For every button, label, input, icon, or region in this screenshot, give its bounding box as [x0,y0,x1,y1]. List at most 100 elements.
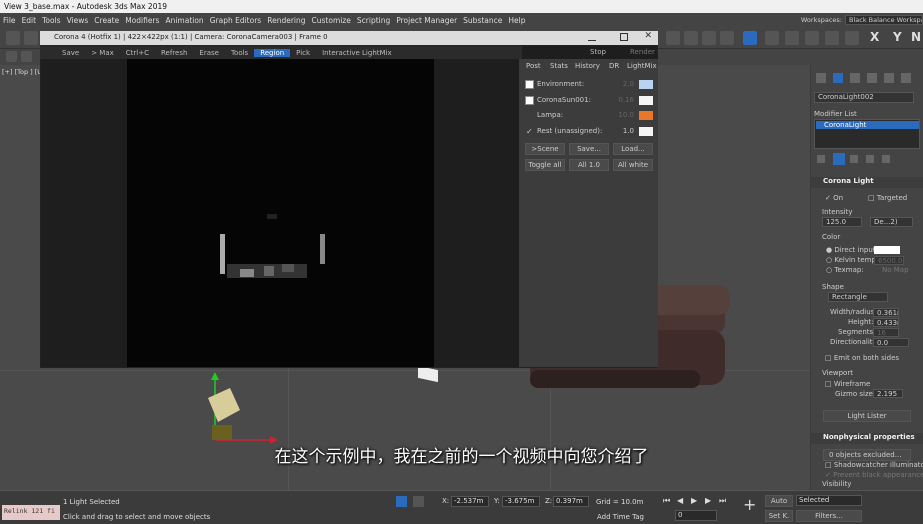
lightmix-checkbox[interactable] [525,111,534,120]
lightmix-load-button[interactable]: Load... [613,143,653,155]
teapot-icon[interactable] [845,31,859,45]
lightmix-toggle-all-button[interactable]: Toggle all [525,159,565,171]
texmap-button[interactable]: No Map [882,266,909,274]
remove-modifier-icon[interactable] [866,155,874,163]
teapot-icon[interactable] [785,31,799,45]
x-coordinate-field[interactable]: -2.537m [451,496,489,507]
play-icon[interactable]: ▶ [691,496,697,505]
menu-tools[interactable]: Tools [39,16,63,25]
menu-edit[interactable]: Edit [19,16,40,25]
toolbar-icon[interactable] [666,31,680,45]
toolbar-icon-active[interactable] [743,31,757,45]
toolbar-icon[interactable] [702,31,716,45]
toolbar-n-mark[interactable]: N [911,30,921,44]
menu-scripting[interactable]: Scripting [354,16,393,25]
fb-render-button[interactable]: Render [630,48,655,56]
intensity-spinner[interactable]: 125.0 [822,217,862,227]
link-icon[interactable] [6,51,17,62]
wireframe-checkbox[interactable]: □ Wireframe [825,380,870,388]
fb-refresh-button[interactable]: Refresh [155,49,193,57]
modify-tab-icon[interactable] [833,73,843,83]
prev-key-icon[interactable]: ⏮ [663,496,670,506]
lightmix-all-one-button[interactable]: All 1.0 [569,159,609,171]
toolbar-x-mark[interactable]: X [870,30,879,44]
modifier-stack-item[interactable]: CoronaLight [816,121,919,129]
fb-stop-button[interactable]: Stop [590,48,606,56]
maximize-icon[interactable] [620,33,628,41]
toolbar-icon[interactable] [720,31,734,45]
menu-project-manager[interactable]: Project Manager [393,16,460,25]
modifier-list-dropdown[interactable]: Modifier List [814,110,857,118]
fb-save-button[interactable]: Save [40,49,85,57]
menu-substance[interactable]: Substance [460,16,505,25]
light-gizmo[interactable] [200,370,285,450]
pin-stack-icon[interactable] [817,155,825,163]
motion-tab-icon[interactable] [867,73,877,83]
height-spinner[interactable]: 0.433m [873,318,899,327]
menu-modifiers[interactable]: Modifiers [122,16,162,25]
lightmix-color-swatch[interactable] [639,126,653,136]
undo-icon[interactable] [6,31,20,45]
menu-graph-editors[interactable]: Graph Editors [207,16,265,25]
direct-input-color-swatch[interactable] [874,246,900,254]
menu-animation[interactable]: Animation [162,16,206,25]
lightmix-all-white-button[interactable]: All white [613,159,653,171]
prev-frame-icon[interactable]: ◀ [677,496,683,505]
display-tab-icon[interactable] [884,73,894,83]
teapot-icon[interactable] [805,31,819,45]
utilities-tab-icon[interactable] [901,73,911,83]
emit-both-sides-checkbox[interactable]: □ Emit on both sides [825,354,899,362]
targeted-checkbox[interactable]: □ Targeted [868,194,907,202]
lightmix-to-scene-button[interactable]: >Scene [525,143,565,155]
toolbar-icon[interactable] [684,31,698,45]
object-name-field[interactable]: CoronaLight002 [814,92,914,103]
lightmix-value[interactable]: 10.0 [606,111,634,119]
z-coordinate-field[interactable]: 0.397m [553,496,589,507]
tab-stats[interactable]: Stats [550,62,568,70]
add-time-tag-button[interactable]: Add Time Tag [597,513,644,521]
hierarchy-tab-icon[interactable] [850,73,860,83]
corona-light-rollout[interactable]: Corona Light [811,177,923,188]
fb-interactive-lightmix-button[interactable]: Interactive LightMix [316,49,398,57]
fb-region-button[interactable]: Region [254,48,291,57]
fb-copy-button[interactable]: Ctrl+C [120,49,155,57]
lock-selection-icon[interactable] [396,496,407,507]
lightmix-color-swatch[interactable] [639,79,653,89]
set-key-button[interactable]: Set K. [765,510,793,522]
tab-dr[interactable]: DR [609,62,619,70]
tab-history[interactable]: History [575,62,600,70]
fb-erase-button[interactable]: Erase [193,49,225,57]
directionality-spinner[interactable]: 0.0 [873,338,909,347]
lightmix-value[interactable]: 2.0 [606,80,634,88]
absolute-mode-icon[interactable] [413,496,424,507]
lightmix-save-button[interactable]: Save... [569,143,609,155]
teapot-icon[interactable] [825,31,839,45]
lightmix-checkbox[interactable] [525,95,534,105]
fb-pick-button[interactable]: Pick [290,49,316,57]
make-unique-icon[interactable] [850,155,858,163]
current-frame-field[interactable]: 0 [675,510,717,521]
lightmix-checkmark-icon[interactable]: ✓ [525,127,534,136]
close-icon[interactable]: ✕ [644,31,652,41]
intensity-unit-dropdown[interactable]: De...2) [870,217,913,227]
fb-to-max-button[interactable]: > Max [85,49,120,57]
configure-sets-icon[interactable] [882,155,890,163]
kelvin-radio[interactable]: ○ Kelvin temp: [826,256,878,264]
viewport-label[interactable]: [+] [Top ] [U [2,68,42,76]
shape-dropdown[interactable]: Rectangle [828,292,888,302]
toolbar-y-mark[interactable]: Y [893,30,902,44]
on-checkbox[interactable]: ✓ On [825,194,843,202]
unlink-icon[interactable] [21,51,32,62]
menu-help[interactable]: Help [505,16,528,25]
y-coordinate-field[interactable]: -3.675m [502,496,540,507]
prevent-black-checkbox[interactable]: ✓ Prevent black appearance [825,471,923,479]
workspaces-dropdown[interactable]: Black Balance Workspace [845,15,923,25]
next-key-icon[interactable]: ⏭ [719,496,726,506]
create-tab-icon[interactable] [816,73,826,83]
segments-spinner[interactable]: 16 [873,328,899,337]
light-lister-button[interactable]: Light Lister [823,410,911,422]
menu-views[interactable]: Views [64,16,92,25]
tab-lightmix[interactable]: LightMix [627,62,657,70]
menu-customize[interactable]: Customize [309,16,354,25]
fb-tools-button[interactable]: Tools [225,49,254,57]
